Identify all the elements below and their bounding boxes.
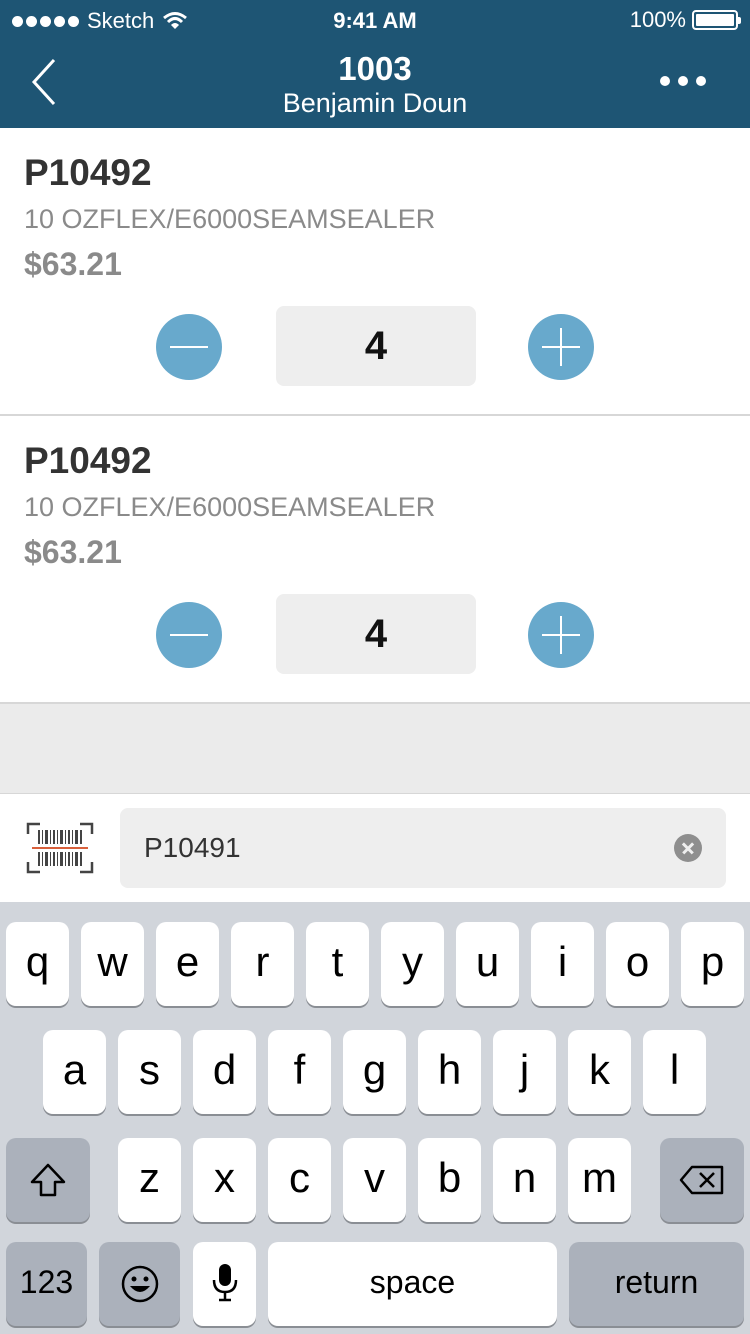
decrement-button[interactable] <box>156 314 222 380</box>
emoji-key[interactable] <box>99 1242 180 1326</box>
key-o[interactable]: o <box>606 922 669 1006</box>
dictation-key[interactable] <box>193 1242 256 1326</box>
page-title: 1003 <box>338 50 412 87</box>
key-q[interactable]: q <box>6 922 69 1006</box>
numbers-key[interactable]: 123 <box>6 1242 87 1326</box>
key-n[interactable]: n <box>493 1138 556 1222</box>
key-p[interactable]: p <box>681 922 744 1006</box>
key-r[interactable]: r <box>231 922 294 1006</box>
key-k[interactable]: k <box>568 1030 631 1114</box>
item-description: 10 OZFLEX/E6000SEAMSEALER <box>24 492 436 522</box>
key-s[interactable]: s <box>118 1030 181 1114</box>
scan-bar: P10491 <box>0 794 750 902</box>
list-spacer <box>0 704 750 794</box>
status-bar: Sketch 9:41 AM 100% <box>0 0 750 40</box>
item-description: 10 OZFLEX/E6000SEAMSEALER <box>24 204 436 234</box>
key-f[interactable]: f <box>268 1030 331 1114</box>
item-price: $63.21 <box>24 246 122 282</box>
key-m[interactable]: m <box>568 1138 631 1222</box>
quantity-field[interactable]: 4 <box>276 306 476 386</box>
battery-label: 100% <box>629 7 686 32</box>
increment-button[interactable] <box>528 314 594 380</box>
clear-icon[interactable] <box>674 834 702 862</box>
key-v[interactable]: v <box>343 1138 406 1222</box>
key-x[interactable]: x <box>193 1138 256 1222</box>
key-l[interactable]: l <box>643 1030 706 1114</box>
page-subtitle: Benjamin Doun <box>282 88 468 118</box>
key-a[interactable]: a <box>43 1030 106 1114</box>
key-t[interactable]: t <box>306 922 369 1006</box>
shift-icon <box>30 1163 66 1197</box>
nav-header: Sketch 9:41 AM 100% 1003 Benjamin Doun <box>0 0 750 128</box>
list-item: P10492 10 OZFLEX/E6000SEAMSEALER $63.21 … <box>0 128 750 416</box>
microphone-icon <box>212 1264 237 1302</box>
search-input-value: P10491 <box>144 832 241 863</box>
key-z[interactable]: z <box>118 1138 181 1222</box>
item-code: P10492 <box>24 440 152 481</box>
key-g[interactable]: g <box>343 1030 406 1114</box>
key-u[interactable]: u <box>456 922 519 1006</box>
key-y[interactable]: y <box>381 922 444 1006</box>
quantity-field[interactable]: 4 <box>276 594 476 674</box>
space-key[interactable]: space <box>268 1242 557 1326</box>
list-item: P10492 10 OZFLEX/E6000SEAMSEALER $63.21 … <box>0 416 750 704</box>
emoji-icon <box>121 1265 158 1303</box>
backspace-icon <box>679 1165 724 1195</box>
return-key[interactable]: return <box>569 1242 744 1326</box>
key-b[interactable]: b <box>418 1138 481 1222</box>
decrement-button[interactable] <box>156 602 222 668</box>
key-e[interactable]: e <box>156 922 219 1006</box>
key-d[interactable]: d <box>193 1030 256 1114</box>
barcode-scan-icon[interactable] <box>26 822 94 874</box>
more-icon[interactable] <box>660 76 706 86</box>
key-h[interactable]: h <box>418 1030 481 1114</box>
keyboard: q w e r t y u i o p a s d f g h j k l z … <box>0 902 750 1334</box>
status-right: 100% <box>629 7 741 33</box>
increment-button[interactable] <box>528 602 594 668</box>
key-w[interactable]: w <box>81 922 144 1006</box>
search-input[interactable]: P10491 <box>120 808 726 888</box>
delete-key[interactable] <box>660 1138 744 1222</box>
key-c[interactable]: c <box>268 1138 331 1222</box>
item-code: P10492 <box>24 152 152 193</box>
key-i[interactable]: i <box>531 922 594 1006</box>
key-j[interactable]: j <box>493 1030 556 1114</box>
shift-key[interactable] <box>6 1138 90 1222</box>
battery-icon <box>692 10 741 30</box>
item-price: $63.21 <box>24 534 122 570</box>
